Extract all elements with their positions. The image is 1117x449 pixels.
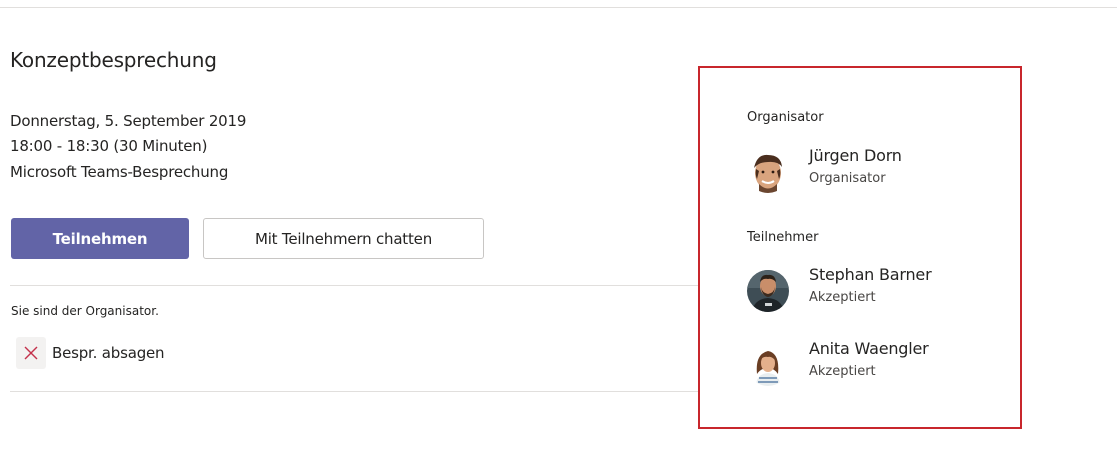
organizer-note: Sie sind der Organisator. [11, 304, 159, 318]
meeting-title: Konzeptbesprechung [10, 48, 217, 72]
participant-status: Akzeptiert [809, 364, 876, 379]
participant-name: Stephan Barner [809, 265, 932, 284]
meeting-type: Microsoft Teams-Besprechung [10, 163, 229, 181]
organizer-role: Organisator [809, 171, 886, 186]
cancel-meeting-label: Bespr. absagen [52, 344, 165, 362]
participant-name: Anita Waengler [809, 339, 929, 358]
meeting-date: Donnerstag, 5. September 2019 [10, 112, 247, 130]
attendees-panel: Organisator Jürgen Dorn Organisator Teil… [698, 66, 1022, 429]
organizer-name: Jürgen Dorn [809, 146, 902, 165]
participant-status: Akzeptiert [809, 290, 876, 305]
meeting-time: 18:00 - 18:30 (30 Minuten) [10, 137, 208, 155]
cancel-meeting-button[interactable]: Bespr. absagen [16, 337, 165, 369]
close-icon [16, 337, 46, 369]
divider [10, 391, 708, 392]
avatar [747, 270, 789, 312]
join-button[interactable]: Teilnehmen [11, 218, 189, 259]
participant-item[interactable]: Anita Waengler Akzeptiert [747, 339, 1007, 389]
organizer-item[interactable]: Jürgen Dorn Organisator [747, 146, 1007, 196]
organizer-section-title: Organisator [747, 110, 824, 125]
avatar [747, 344, 789, 386]
participant-item[interactable]: Stephan Barner Akzeptiert [747, 265, 1007, 315]
divider [10, 285, 708, 286]
avatar [747, 151, 789, 193]
chat-with-participants-button[interactable]: Mit Teilnehmern chatten [203, 218, 484, 259]
participants-section-title: Teilnehmer [747, 230, 819, 245]
top-divider [0, 7, 1117, 8]
